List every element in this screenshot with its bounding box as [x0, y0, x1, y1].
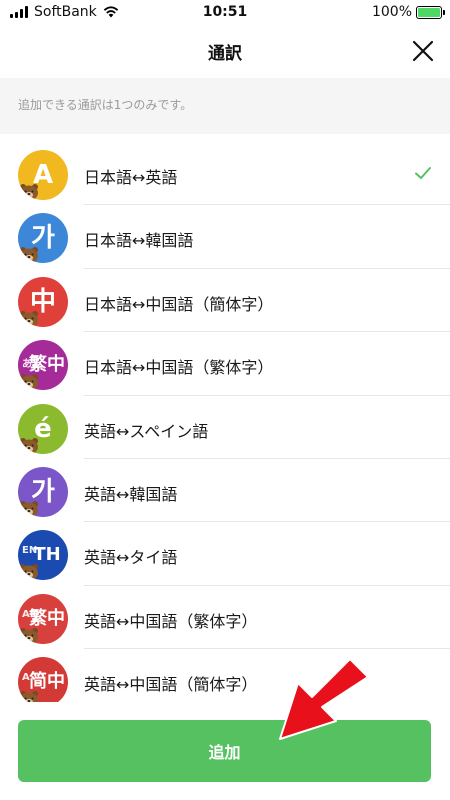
bear-icon	[20, 374, 38, 391]
language-label: 日本語↔英語	[84, 168, 178, 187]
bear-icon	[20, 310, 38, 327]
language-label: 日本語↔韓国語	[84, 231, 194, 251]
language-item-3[interactable]: 中 日本語↔中国語（簡体字）	[0, 269, 450, 333]
language-avatar: A 简中	[18, 657, 68, 702]
check-icon	[415, 167, 431, 180]
arrow-annotation	[279, 658, 369, 740]
language-label: 英語↔中国語（簡体字）	[84, 675, 258, 695]
battery-percent: 100%	[371, 4, 412, 20]
language-avatar: あ 繁中	[18, 340, 68, 391]
language-avatar: é	[18, 403, 68, 454]
language-item-2[interactable]: 가 日本語↔韓国語	[0, 205, 450, 270]
language-avatar: 가	[18, 466, 68, 517]
header: 通訳	[0, 26, 450, 76]
notice-banner: 追加できる通訳は1つのみです。	[0, 78, 450, 134]
bear-icon	[20, 184, 38, 200]
language-item-9[interactable]: A 简中 英語↔中国語（簡体字）	[0, 649, 450, 702]
avatar-prefix: A	[22, 608, 30, 620]
bear-icon	[20, 627, 38, 644]
language-avatar: 가	[18, 213, 68, 264]
status-bar: SoftBank 10:51 100%	[0, 0, 450, 26]
avatar-prefix: あ	[22, 359, 32, 371]
language-label: 英語↔中国語（繁体字）	[84, 611, 258, 631]
language-label: 英語↔韓国語	[84, 484, 178, 504]
avatar-prefix: EN	[22, 545, 38, 557]
avatar-prefix: A	[22, 672, 30, 684]
bear-icon	[20, 691, 38, 702]
language-item-7[interactable]: EN TH 英語↔タイ語	[0, 522, 450, 587]
language-label: 日本語↔中国語（繁体字）	[84, 358, 274, 378]
bear-icon	[20, 437, 38, 454]
notice-text: 追加できる通訳は1つのみです。	[18, 98, 193, 112]
close-icon[interactable]	[408, 36, 438, 66]
language-label: 日本語↔中国語（簡体字）	[84, 294, 274, 314]
battery-icon	[416, 5, 445, 19]
language-label: 英語↔スペイン語	[84, 421, 209, 441]
language-avatar: A	[18, 150, 68, 200]
language-item-4[interactable]: あ 繁中 日本語↔中国語（繁体字）	[0, 332, 450, 396]
bear-icon	[20, 247, 38, 264]
language-item-5[interactable]: é 英語↔スペイン語	[0, 396, 450, 460]
language-avatar: EN TH	[18, 530, 68, 581]
language-list: A 日本語↔英語 가 日本語↔韓国語 中 日本語↔中国語（簡体字） あ 繁中 日…	[0, 142, 450, 702]
bear-icon	[20, 500, 38, 517]
language-item-1[interactable]: A 日本語↔英語	[0, 142, 450, 206]
bear-icon	[20, 564, 38, 581]
language-item-8[interactable]: A 繁中 英語↔中国語（繁体字）	[0, 586, 450, 650]
language-label: 英語↔タイ語	[84, 548, 178, 568]
page-title: 通訳	[208, 44, 242, 64]
language-avatar: 中	[18, 276, 68, 327]
language-item-6[interactable]: 가 英語↔韓国語	[0, 459, 450, 523]
language-avatar: A 繁中	[18, 593, 68, 644]
status-right: 100%	[371, 4, 445, 20]
